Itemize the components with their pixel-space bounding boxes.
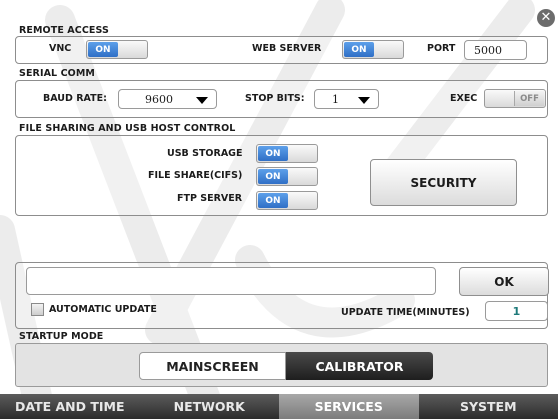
vnc-toggle-state: ON <box>88 42 118 57</box>
exec-label: EXEC <box>450 93 478 104</box>
web-server-label: WEB SERVER <box>252 43 322 54</box>
calibrator-option[interactable]: CALIBRATOR <box>286 352 433 380</box>
chevron-down-icon <box>196 97 208 104</box>
update-input[interactable] <box>26 267 436 295</box>
tab-services[interactable]: SERVICES <box>279 394 419 419</box>
stop-bits-label: STOP BITS: <box>245 93 305 104</box>
usb-storage-label: USB STORAGE <box>167 148 243 159</box>
tab-bar: DATE AND TIME NETWORK SERVICES SYSTEM <box>0 394 558 419</box>
serial-comm-panel: BAUD RATE: 9600 STOP BITS: 1 EXEC OFF <box>15 80 548 118</box>
update-time-field[interactable]: 1 <box>485 301 548 321</box>
baud-rate-value: 9600 <box>145 93 173 106</box>
chevron-down-icon <box>358 97 370 104</box>
remote-access-title: REMOTE ACCESS <box>19 25 109 36</box>
ok-button[interactable]: OK <box>459 267 549 296</box>
exec-toggle[interactable]: OFF <box>484 89 546 108</box>
port-field[interactable]: 5000 <box>464 40 527 60</box>
port-label: PORT <box>427 43 456 54</box>
ftp-server-toggle-state: ON <box>258 193 288 208</box>
tab-date-and-time[interactable]: DATE AND TIME <box>0 394 140 419</box>
file-share-toggle[interactable]: ON <box>256 167 318 186</box>
vnc-label: VNC <box>49 43 72 54</box>
web-server-toggle-state: ON <box>344 42 374 57</box>
security-button[interactable]: SECURITY <box>370 159 517 206</box>
baud-rate-label: BAUD RATE: <box>43 93 107 104</box>
serial-comm-title: SERIAL COMM <box>19 68 95 79</box>
usb-storage-toggle[interactable]: ON <box>256 144 318 163</box>
stop-bits-value: 1 <box>332 93 339 106</box>
startup-mode-bar: MAINSCREEN CALIBRATOR <box>15 343 548 387</box>
startup-mode-title: STARTUP MODE <box>19 331 104 342</box>
close-icon[interactable]: ✕ <box>537 9 555 27</box>
file-share-toggle-state: ON <box>258 169 288 184</box>
file-share-label: FILE SHARE(CIFS) <box>148 170 243 181</box>
web-server-toggle[interactable]: ON <box>342 40 404 59</box>
remote-access-panel: VNC ON WEB SERVER ON PORT 5000 <box>15 36 548 64</box>
tab-system[interactable]: SYSTEM <box>419 394 558 419</box>
vnc-toggle[interactable]: ON <box>86 40 148 59</box>
mainscreen-option[interactable]: MAINSCREEN <box>139 352 286 380</box>
baud-rate-dropdown[interactable]: 9600 <box>118 89 217 109</box>
update-time-label: UPDATE TIME(MINUTES) <box>341 307 470 318</box>
automatic-update-checkbox[interactable] <box>31 303 44 316</box>
automatic-update-label: AUTOMATIC UPDATE <box>49 304 157 315</box>
stop-bits-dropdown[interactable]: 1 <box>314 89 379 109</box>
ftp-server-toggle[interactable]: ON <box>256 191 318 210</box>
tab-network[interactable]: NETWORK <box>140 394 280 419</box>
file-sharing-title: FILE SHARING AND USB HOST CONTROL <box>19 123 236 134</box>
ftp-server-label: FTP SERVER <box>177 193 243 204</box>
usb-storage-toggle-state: ON <box>258 146 288 161</box>
exec-toggle-state: OFF <box>514 91 544 106</box>
